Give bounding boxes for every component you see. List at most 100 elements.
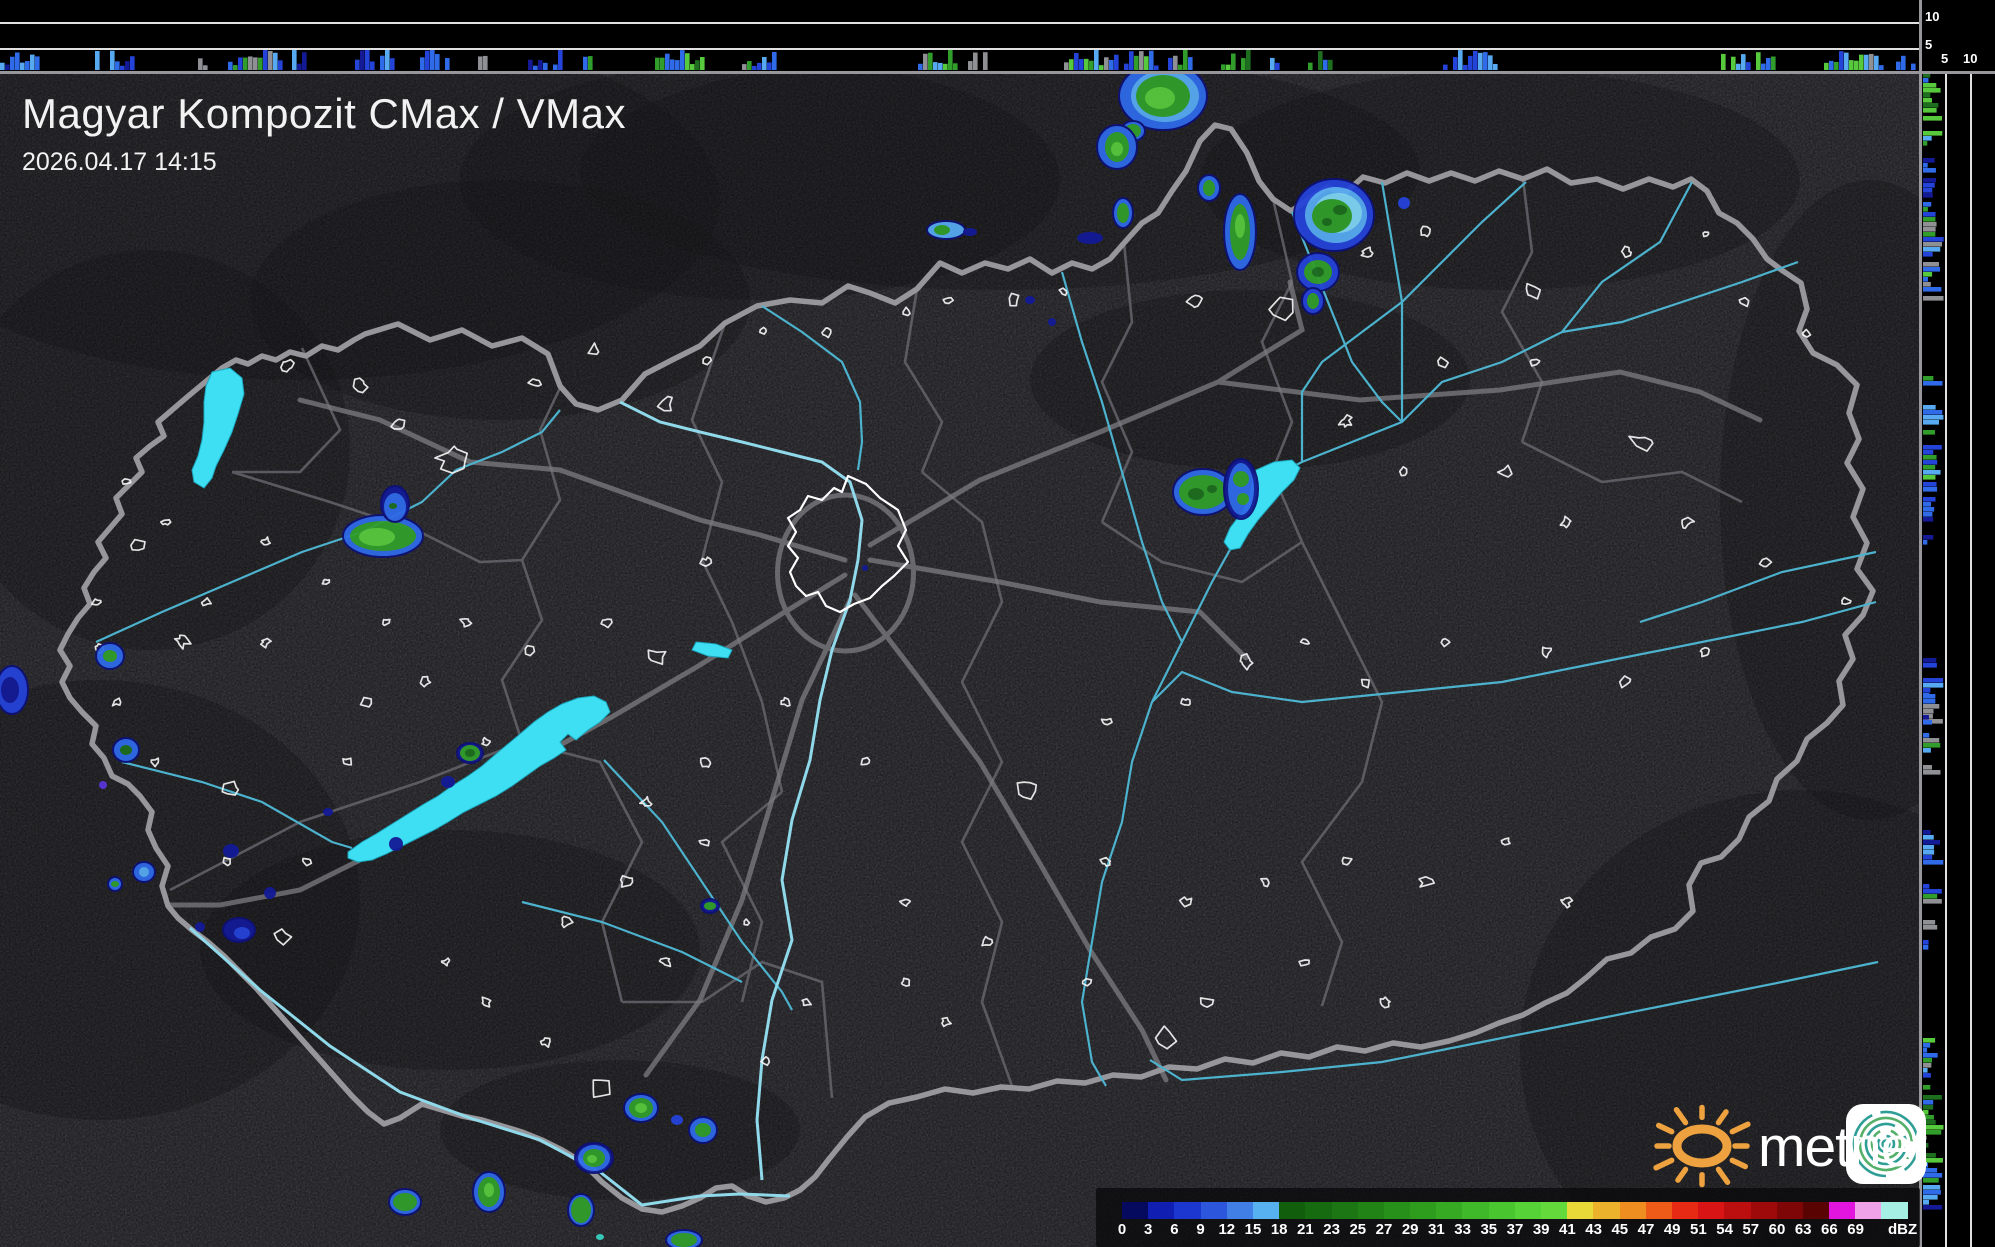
profile-echo-cell	[767, 62, 772, 70]
metnet-branding[interactable]: metnet	[1640, 1096, 1940, 1191]
legend-color-cell	[1148, 1202, 1175, 1219]
radar-echo	[195, 922, 205, 932]
legend-unit-label: dBZ	[1888, 1221, 1918, 1238]
profile-echo-cell	[1923, 855, 1933, 860]
legend-color-cell	[1881, 1202, 1908, 1219]
profile-echo-cell	[1923, 158, 1935, 163]
profile-echo-cell	[243, 57, 248, 70]
profile-echo-cell	[1923, 512, 1933, 517]
profile-echo-cell	[1178, 64, 1183, 70]
profile-echo-cell	[1923, 1205, 1943, 1210]
legend-color-cell	[1410, 1202, 1437, 1219]
profile-echo-cell	[268, 51, 273, 70]
profile-echo-cell	[430, 49, 435, 70]
profile-echo-cell	[1923, 743, 1941, 748]
profile-echo-cell	[1923, 889, 1942, 894]
profile-echo-cell	[1923, 535, 1934, 540]
profile-echo-cell	[1231, 53, 1236, 70]
legend-color-cell	[1671, 1202, 1699, 1219]
profile-echo-cell	[365, 49, 370, 70]
profile-echo-cell	[1923, 267, 1941, 272]
profile-echo-cell	[10, 56, 15, 70]
profile-echo-cell	[742, 64, 747, 70]
profile-echo-cell	[1923, 704, 1940, 709]
radar-echo	[342, 514, 424, 558]
profile-echo-cell	[1741, 54, 1746, 70]
profile-echo-cell	[1923, 178, 1937, 183]
top-axis-label-5: 5	[1925, 37, 1933, 52]
legend-tick-label: 63	[1794, 1221, 1812, 1238]
profile-echo-cell	[1923, 765, 1932, 770]
profile-echo-cell	[380, 55, 385, 70]
profile-echo-cell	[543, 62, 548, 70]
profile-echo-cell	[1923, 899, 1942, 904]
profile-echo-cell	[115, 61, 120, 70]
profile-echo-cell	[1226, 64, 1231, 70]
legend-tick-label: 37	[1506, 1221, 1524, 1238]
radar-echo	[1077, 232, 1103, 244]
profile-echo-cell	[1923, 445, 1942, 450]
right-profile-strip	[1921, 73, 1995, 1247]
profile-echo-cell	[1923, 663, 1937, 668]
profile-echo-cell	[1721, 53, 1726, 70]
profile-echo-cell	[1923, 381, 1943, 386]
profile-echo-cell	[588, 56, 593, 70]
profile-echo-cell	[1089, 60, 1094, 70]
legend-color-cell	[1305, 1202, 1332, 1219]
profile-echo-cell	[1923, 738, 1940, 743]
metnet-logo-text: metnet	[1758, 1115, 1927, 1179]
profile-echo-cell	[228, 61, 233, 70]
profile-echo-cell	[435, 54, 440, 70]
radar-echo	[1223, 458, 1259, 520]
legend-tick-label: 47	[1637, 1221, 1655, 1238]
legend-color-bar	[1122, 1202, 1908, 1219]
profile-echo-cell	[1270, 57, 1275, 70]
legend-tick-label: 18	[1270, 1221, 1288, 1238]
profile-echo-cell	[1923, 202, 1932, 207]
legend-tick-label: 43	[1585, 1221, 1602, 1238]
right-profile-echoes	[1923, 73, 1944, 1210]
profile-echo-cell	[1923, 1043, 1931, 1048]
radar-echo	[623, 1093, 659, 1123]
radar-echo	[1398, 197, 1410, 209]
legend-tick-label: 21	[1297, 1221, 1314, 1238]
legend-tick-label: 15	[1244, 1221, 1262, 1238]
map-header: Magyar Kompozit CMax / VMax 2026.04.17 1…	[22, 90, 626, 177]
profile-echo-cell	[1064, 62, 1069, 70]
profile-echo-cell	[425, 50, 430, 70]
legend-tick-label: 3	[1144, 1221, 1153, 1238]
profile-echo-cell	[1859, 54, 1864, 70]
legend-color-cell	[1724, 1202, 1751, 1219]
profile-echo-cell	[675, 60, 680, 70]
profile-echo-cell	[685, 53, 690, 70]
profile-echo-cell	[1923, 830, 1931, 835]
profile-echo-cell	[1221, 64, 1226, 70]
profile-echo-cell	[1923, 103, 1939, 108]
legend-color-cell	[1776, 1202, 1803, 1219]
profile-echo-cell	[1923, 1073, 1931, 1078]
profile-echo-cell	[1923, 455, 1937, 460]
profile-echo-cell	[1323, 59, 1328, 70]
profile-echo-cell	[1923, 720, 1932, 725]
legend-tick-label: 49	[1663, 1221, 1681, 1238]
terrain-noise	[0, 73, 1921, 1247]
profile-echo-cell	[1923, 222, 1937, 227]
profile-echo-cell	[1923, 699, 1936, 704]
radar-echo	[1197, 174, 1221, 202]
profile-echo-cell	[1923, 945, 1929, 950]
profile-echo-cell	[1144, 56, 1149, 70]
legend-tick-label: 9	[1196, 1221, 1205, 1238]
radar-echo	[472, 1171, 506, 1213]
profile-echo-cell	[1923, 770, 1941, 775]
legend-tick-label: 6	[1170, 1221, 1179, 1238]
profile-echo-cell	[1923, 410, 1943, 415]
profile-echo-cell	[278, 60, 283, 70]
profile-echo-cell	[762, 56, 767, 70]
radar-echo	[1301, 287, 1325, 315]
profile-echo-cell	[1923, 733, 1930, 738]
legend-color-cell	[1645, 1202, 1672, 1219]
profile-echo-cell	[253, 57, 258, 70]
profile-echo-cell	[690, 64, 695, 70]
profile-echo-cell	[1829, 60, 1834, 70]
profile-echo-cell	[1923, 1063, 1932, 1068]
